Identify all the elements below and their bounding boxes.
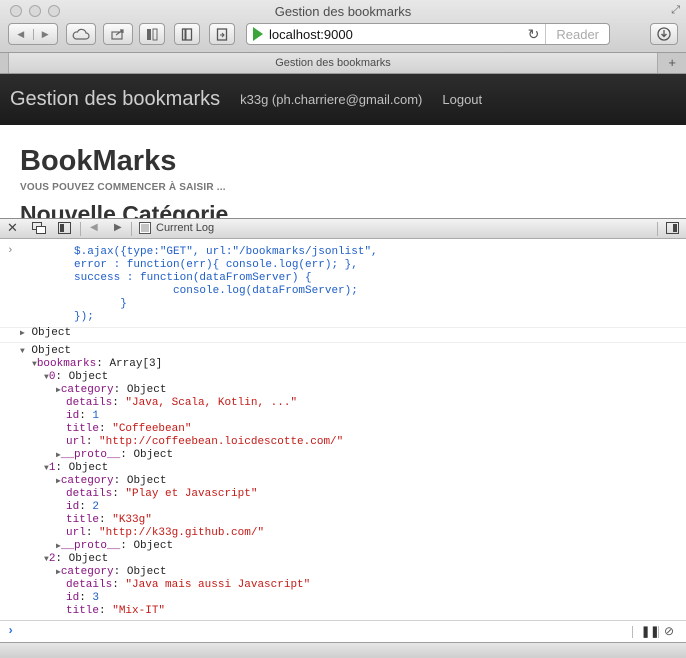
cloud-icon [72, 28, 90, 40]
proto-row[interactable]: ▶__proto__: Object [56, 449, 173, 462]
window-title: Gestion des bookmarks [274, 4, 412, 19]
expanded-object[interactable]: ▼ Object [20, 345, 71, 358]
current-log-label[interactable]: Current Log [156, 222, 214, 234]
property-row[interactable]: ▶category: Object [56, 566, 166, 579]
toolbar-divider [131, 222, 132, 236]
download-icon [657, 27, 671, 41]
forward-icon[interactable]: ▶ [32, 28, 58, 40]
array-item[interactable]: ▼0: Object [44, 371, 108, 384]
log-icon [139, 222, 151, 237]
log-divider [0, 342, 686, 343]
toolbar-divider [658, 626, 659, 638]
code-line: } [74, 298, 127, 310]
property-row: details: "Play et Javascript" [66, 488, 258, 500]
code-line: $.ajax({type:"GET", url:"/bookmarks/json… [74, 246, 378, 258]
property-row: details: "Java mais aussi Javascript" [66, 579, 311, 591]
document-arrow-icon [216, 27, 228, 41]
section-heading: Nouvelle Catégorie [20, 201, 229, 218]
go-icon [253, 27, 263, 41]
downloads-button[interactable] [650, 23, 678, 45]
toolbar-divider [80, 222, 81, 236]
logout-link[interactable]: Logout [442, 92, 482, 107]
bookmarks-button[interactable] [174, 23, 200, 45]
url-field[interactable]: localhost:9000 [269, 27, 522, 42]
page-title: BookMarks [20, 145, 177, 177]
status-bar [0, 642, 686, 658]
input-prompt-icon: › [7, 245, 14, 257]
property-row: id: 3 [66, 592, 100, 604]
reader-button[interactable]: Reader [545, 24, 609, 44]
property-row: id: 2 [66, 501, 100, 513]
dock-right-icon[interactable] [666, 222, 679, 237]
toolbar-divider [657, 222, 658, 236]
dock-icon[interactable] [32, 222, 46, 237]
property-row: title: "K33g" [66, 514, 152, 526]
code-line: }); [74, 311, 94, 323]
property-row: title: "Coffeebean" [66, 423, 192, 435]
property-row: url: "http://k33g.github.com/" [66, 527, 265, 539]
page-subtitle: VOUS POUVEZ COMMENCER À SAISIR ... [20, 182, 226, 193]
page-content: BookMarks VOUS POUVEZ COMMENCER À SAISIR… [0, 125, 686, 218]
console-input[interactable]: › ❚❚ ⊘ [0, 620, 686, 642]
next-icon[interactable]: ▶ [114, 222, 122, 233]
collapse-triangle-icon[interactable]: ▼ [20, 347, 25, 356]
address-bar[interactable]: localhost:9000 ↻ Reader [246, 23, 610, 45]
navbar-user[interactable]: k33g (ph.charriere@gmail.com) [240, 92, 422, 107]
proto-row[interactable]: ▶__proto__: Object [56, 540, 173, 553]
close-inspector-icon[interactable]: ✕ [7, 220, 18, 236]
sidebar-toggle-icon[interactable] [58, 222, 71, 237]
book-icon [181, 27, 193, 41]
back-forward-buttons[interactable]: ◀ ▶ [8, 23, 58, 45]
expand-triangle-icon[interactable]: ▶ [20, 329, 25, 338]
icloud-tabs-button[interactable] [66, 23, 96, 45]
property-row: details: "Java, Scala, Kotlin, ..." [66, 397, 298, 409]
property-row[interactable]: ▶category: Object [56, 475, 166, 488]
bookmarks-array[interactable]: ▼bookmarks: Array[3] [32, 358, 162, 371]
code-line: success : function(dataFromServer) { [74, 272, 312, 284]
new-tab-icon[interactable]: + [668, 55, 676, 70]
fullscreen-icon[interactable]: ⤢ [671, 4, 680, 17]
code-line: error : function(err){ console.log(err);… [74, 259, 358, 271]
property-row: title: "Mix-IT" [66, 605, 166, 617]
reading-list-icon [147, 28, 158, 40]
collapsed-object[interactable]: ▶ Object [20, 327, 71, 340]
input-prompt-icon: › [7, 624, 15, 638]
reload-icon[interactable]: ↻ [522, 26, 546, 43]
browser-chrome: Gestion des bookmarks ⤢ ◀ ▶ localhost:900… [0, 0, 686, 53]
property-row: url: "http://coffeebean.loicdescotte.com… [66, 436, 344, 448]
page-navbar: Gestion des bookmarks k33g (ph.charriere… [0, 74, 686, 125]
tab-bar: Gestion des bookmarks + [0, 53, 686, 74]
navbar-brand[interactable]: Gestion des bookmarks [10, 88, 220, 111]
inspector-toolbar: ✕ ◀ ▶ Current Log [0, 218, 686, 239]
toolbar-divider [632, 626, 633, 638]
clear-console-icon[interactable]: ⊘ [664, 624, 674, 638]
property-row: id: 1 [66, 410, 100, 422]
console-output[interactable]: › $.ajax({type:"GET", url:"/bookmarks/js… [0, 239, 686, 620]
develop-button[interactable] [209, 23, 235, 45]
property-row[interactable]: ▶category: Object [56, 384, 166, 397]
pause-icon[interactable]: ❚❚ [641, 625, 659, 638]
array-item[interactable]: ▼2: Object [44, 553, 108, 566]
code-line: console.log(dataFromServer); [74, 285, 358, 297]
reading-list-button[interactable] [139, 23, 165, 45]
array-item[interactable]: ▼1: Object [44, 462, 108, 475]
previous-icon[interactable]: ◀ [90, 222, 98, 233]
tab-active[interactable]: Gestion des bookmarks [8, 53, 658, 73]
back-icon[interactable]: ◀ [9, 29, 33, 40]
share-icon [111, 29, 124, 40]
log-divider [0, 327, 686, 328]
share-button[interactable] [103, 23, 133, 45]
